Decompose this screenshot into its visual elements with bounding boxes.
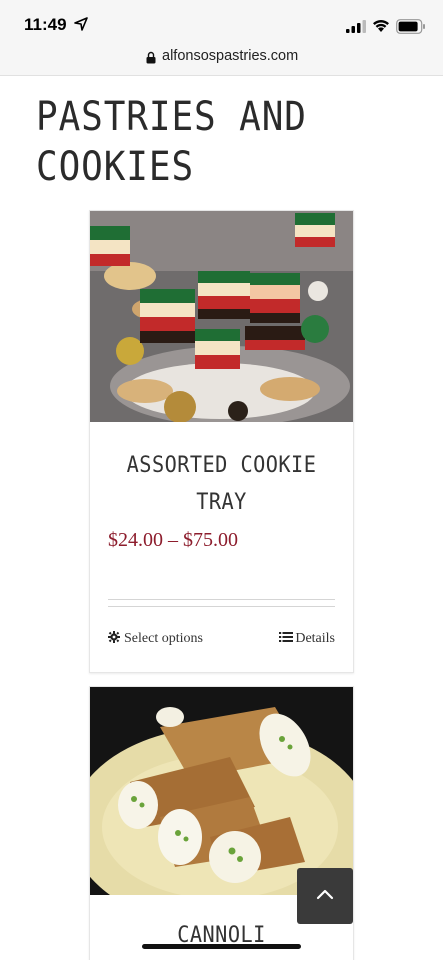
location-arrow-icon (74, 17, 88, 31)
back-to-top-button[interactable] (297, 868, 353, 924)
chevron-up-icon (316, 889, 334, 900)
details-button[interactable]: Details (279, 631, 335, 647)
select-options-button[interactable]: Select options (108, 631, 203, 647)
cannoli-plate-photo[interactable] (90, 687, 353, 895)
product-price: $24.00 – $75.00 (108, 529, 238, 551)
page-title: PASTRIES AND COOKIES (36, 94, 307, 190)
cellular-signal-icon (346, 20, 366, 33)
wifi-icon (373, 20, 389, 32)
home-indicator[interactable] (142, 944, 301, 949)
list-icon (279, 632, 294, 642)
battery-icon (396, 19, 425, 34)
url-text[interactable]: alfonsospastries.com (162, 48, 298, 64)
status-time: 11:49 (24, 15, 67, 34)
product-card: ASSORTED COOKIE TRAY $24.00 – $75.00 Sel… (89, 210, 354, 673)
lock-icon (146, 51, 156, 64)
address-bar[interactable]: alfonsospastries.com (0, 44, 443, 76)
product-title[interactable]: ASSORTED COOKIE TRAY (101, 447, 343, 521)
divider (108, 599, 335, 600)
status-bar: 11:49 (0, 0, 443, 44)
divider (108, 606, 335, 607)
gear-icon (108, 631, 120, 643)
rainbow-cookie-tray-photo[interactable] (90, 211, 353, 422)
details-label: Details (295, 631, 335, 646)
select-options-label: Select options (124, 631, 203, 646)
